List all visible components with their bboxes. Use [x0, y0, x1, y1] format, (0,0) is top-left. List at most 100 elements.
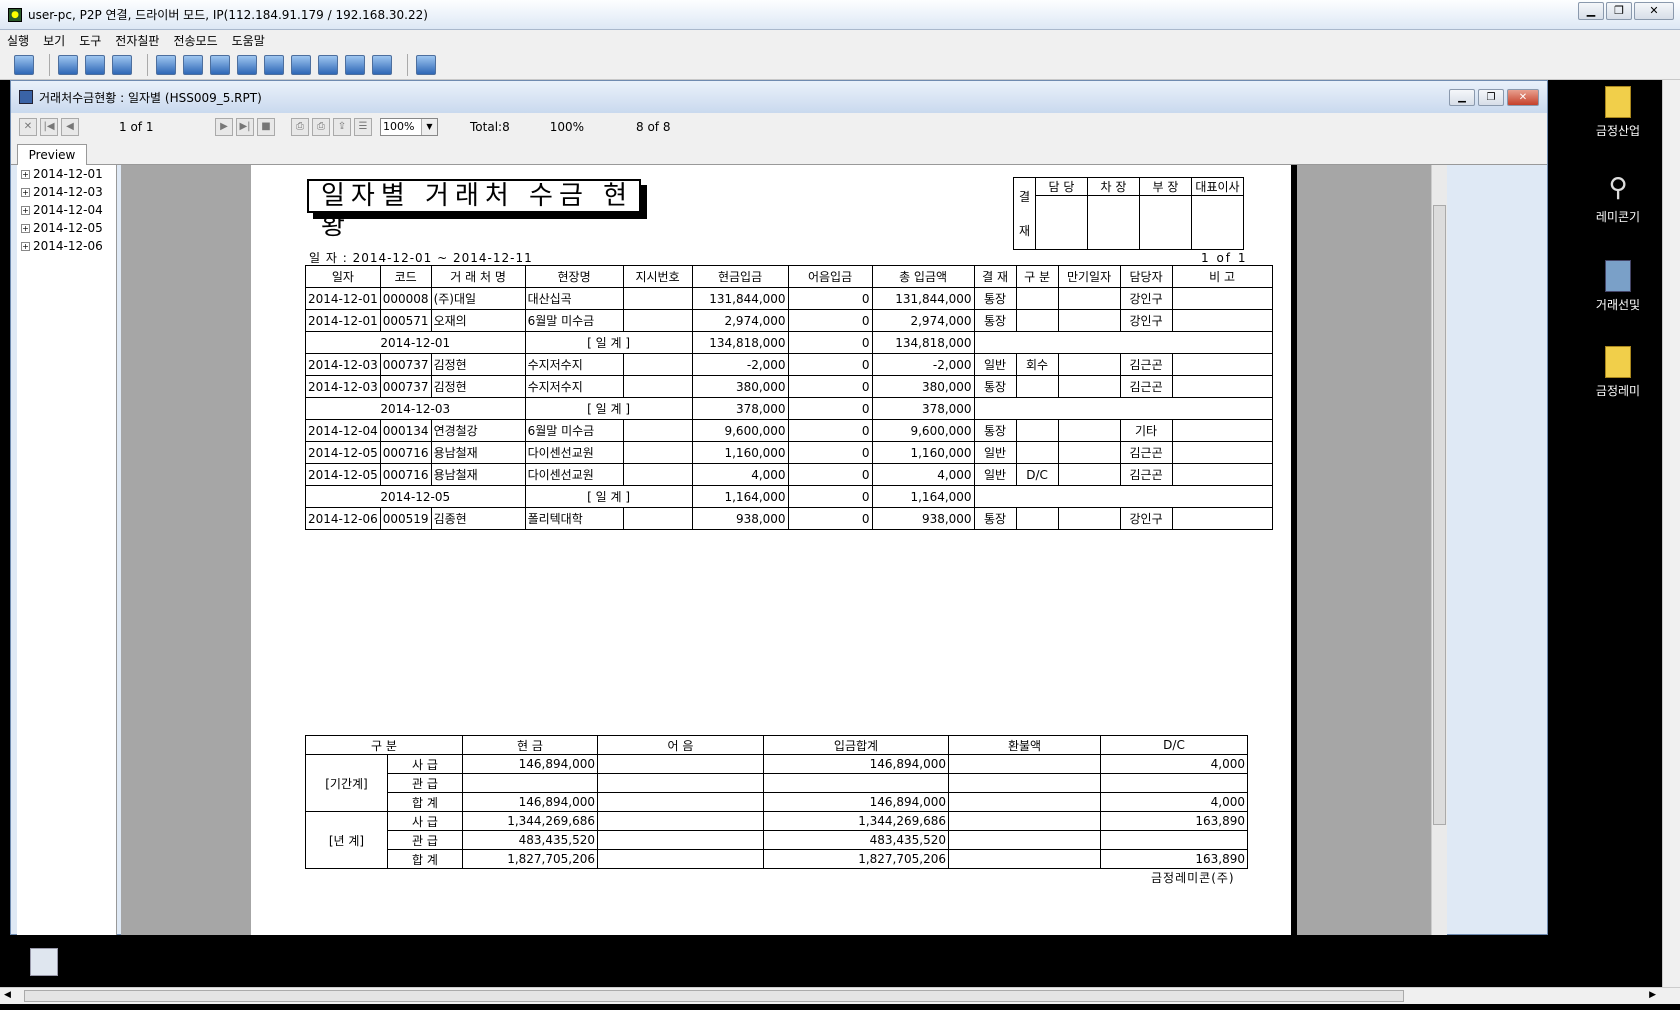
outer-horizontal-scrollbar[interactable]: ◀ ▶: [0, 987, 1680, 1004]
tree-node[interactable]: +2014-12-05: [17, 219, 116, 237]
approval-col: 차 장: [1087, 177, 1140, 196]
scroll-left-icon[interactable]: ◀: [4, 990, 11, 1000]
last-page-icon[interactable]: ▶|: [236, 118, 254, 136]
prev-page-icon[interactable]: ◀: [61, 118, 79, 136]
tab-preview[interactable]: Preview: [17, 144, 87, 165]
zoom-select[interactable]: 100% ▼: [380, 118, 438, 136]
report-vertical-scrollbar[interactable]: [1431, 165, 1447, 935]
table-cell: [1100, 830, 1248, 850]
column-header: 어 음: [597, 735, 764, 755]
scroll-thumb[interactable]: [24, 990, 1404, 1002]
table-cell: 9,600,000: [691, 419, 789, 442]
menu-tools[interactable]: 도구: [72, 32, 108, 49]
menu-whiteboard[interactable]: 전자칠판: [108, 32, 166, 49]
table-cell: -2,000: [871, 353, 975, 376]
approval-box: 결재 담 당 차 장 부 장 대표이사: [1013, 177, 1244, 250]
summary-group-label: [년 계]: [305, 811, 388, 869]
next-page-icon[interactable]: ▶: [215, 118, 233, 136]
copy-icon[interactable]: [210, 54, 230, 75]
tree-node[interactable]: +2014-12-06: [17, 237, 116, 255]
table-cell: [622, 353, 693, 376]
table-cell: [1057, 463, 1121, 486]
desktop-icon-folder2[interactable]: 금정레미: [1568, 346, 1668, 399]
remote-screen-icon[interactable]: [85, 54, 105, 75]
minimize-button[interactable]: ▁: [1578, 2, 1604, 20]
users-icon[interactable]: [372, 54, 392, 75]
table-cell: 380,000: [871, 375, 975, 398]
table-cell: [622, 309, 693, 332]
export-icon[interactable]: ⇪: [333, 118, 351, 136]
zoom-value: 100%: [383, 120, 415, 133]
report-window: 거래처수금현황 : 일자별 (HSS009_5.RPT) ▁ ❐ ✕ ✕ |◀ …: [10, 80, 1548, 935]
report-viewer: 일자별 거래처 수금 현황 결재 담 당 차 장 부 장 대표이사 일 자 : …: [121, 165, 1431, 935]
stop-icon[interactable]: ■: [257, 118, 275, 136]
report-close-button[interactable]: ✕: [1507, 89, 1539, 106]
monitor-icon[interactable]: [58, 54, 78, 75]
system-info-icon[interactable]: [318, 54, 338, 75]
print-icon[interactable]: ⎙: [291, 118, 309, 136]
scroll-right-icon[interactable]: ▶: [1649, 990, 1656, 1000]
expand-icon[interactable]: +: [21, 241, 30, 251]
desktop-icon-partners[interactable]: 거래선및: [1568, 260, 1668, 313]
desktop-icon-folder[interactable]: 금정산업: [1568, 86, 1668, 139]
app-icon: ●: [8, 7, 22, 22]
table-cell: 다이센선교원: [524, 441, 624, 464]
expand-icon[interactable]: +: [21, 187, 30, 197]
people-icon: [1605, 260, 1631, 292]
table-cell: 김근곤: [1119, 353, 1173, 376]
file-transfer-icon[interactable]: [183, 54, 203, 75]
total-records: Total:8: [470, 120, 510, 134]
table-cell: 강인구: [1119, 287, 1173, 310]
table-cell: [1057, 507, 1121, 530]
table-cell: [948, 830, 1101, 850]
summary-sub-label: 사 급: [387, 754, 463, 774]
first-page-icon[interactable]: |◀: [40, 118, 58, 136]
network-icon[interactable]: [291, 54, 311, 75]
table-cell: -2,000: [691, 353, 789, 376]
close-button[interactable]: ✕: [1634, 2, 1674, 20]
restore-button[interactable]: ❐: [1606, 2, 1632, 20]
outer-window-title: user-pc, P2P 연결, 드라이버 모드, IP(112.184.91.…: [28, 8, 428, 22]
table-row: 2014-12-05 000716 용남철재 다이센선교원 1,160,000 0 1,16…: [305, 441, 1273, 464]
tree-node[interactable]: +2014-12-04: [17, 201, 116, 219]
table-cell: [1171, 441, 1273, 464]
computer-icon[interactable]: [345, 54, 365, 75]
tree-node[interactable]: +2014-12-01: [17, 165, 116, 183]
taskbar-app-icon[interactable]: [30, 948, 58, 976]
report-minimize-button[interactable]: ▁: [1449, 89, 1475, 106]
approval-col: 대표이사: [1191, 177, 1244, 196]
group-tree-icon[interactable]: ☰: [354, 118, 372, 136]
close-report-icon[interactable]: ✕: [19, 118, 37, 136]
column-header: 입금합계: [763, 735, 949, 755]
expand-icon[interactable]: +: [21, 169, 30, 179]
report-restore-button[interactable]: ❐: [1478, 89, 1504, 106]
summary-table: 구 분현 금어 음 입금합계 환불액 D/C [기간계] 사 급 146,894,000 1…: [305, 735, 1248, 869]
menu-run[interactable]: 실행: [0, 32, 36, 49]
table-cell: 강인구: [1119, 309, 1173, 332]
print-setup-icon[interactable]: ⎙: [312, 118, 330, 136]
scroll-thumb[interactable]: [1433, 205, 1446, 825]
menu-view[interactable]: 보기: [36, 32, 72, 49]
menu-help[interactable]: 도움말: [225, 32, 272, 49]
summary-row: 합 계 146,894,000 146,894,000 4,000: [306, 792, 1248, 812]
table-cell: 통장: [973, 375, 1017, 398]
desktop-icon-search[interactable]: ⚲ 레미콘기: [1568, 172, 1668, 225]
disconnect-icon[interactable]: [416, 54, 436, 75]
table-cell: [1057, 419, 1121, 442]
outer-vertical-scrollbar[interactable]: [1662, 80, 1680, 987]
table-cell: [1015, 287, 1059, 310]
table-cell: 1,827,705,206: [763, 849, 949, 869]
expand-icon[interactable]: +: [21, 205, 30, 215]
table-cell: 일반: [973, 441, 1017, 464]
settings-icon[interactable]: [264, 54, 284, 75]
chat-icon[interactable]: [156, 54, 176, 75]
browser-icon[interactable]: [237, 54, 257, 75]
expand-icon[interactable]: +: [21, 223, 30, 233]
tree-node[interactable]: +2014-12-03: [17, 183, 116, 201]
approval-col: 부 장: [1139, 177, 1192, 196]
menu-transfer-mode[interactable]: 전송모드: [166, 32, 224, 49]
connect-icon[interactable]: [14, 54, 34, 75]
column-header: 현장명: [524, 265, 624, 288]
document-icon[interactable]: [112, 54, 132, 75]
table-cell: [1171, 463, 1273, 486]
